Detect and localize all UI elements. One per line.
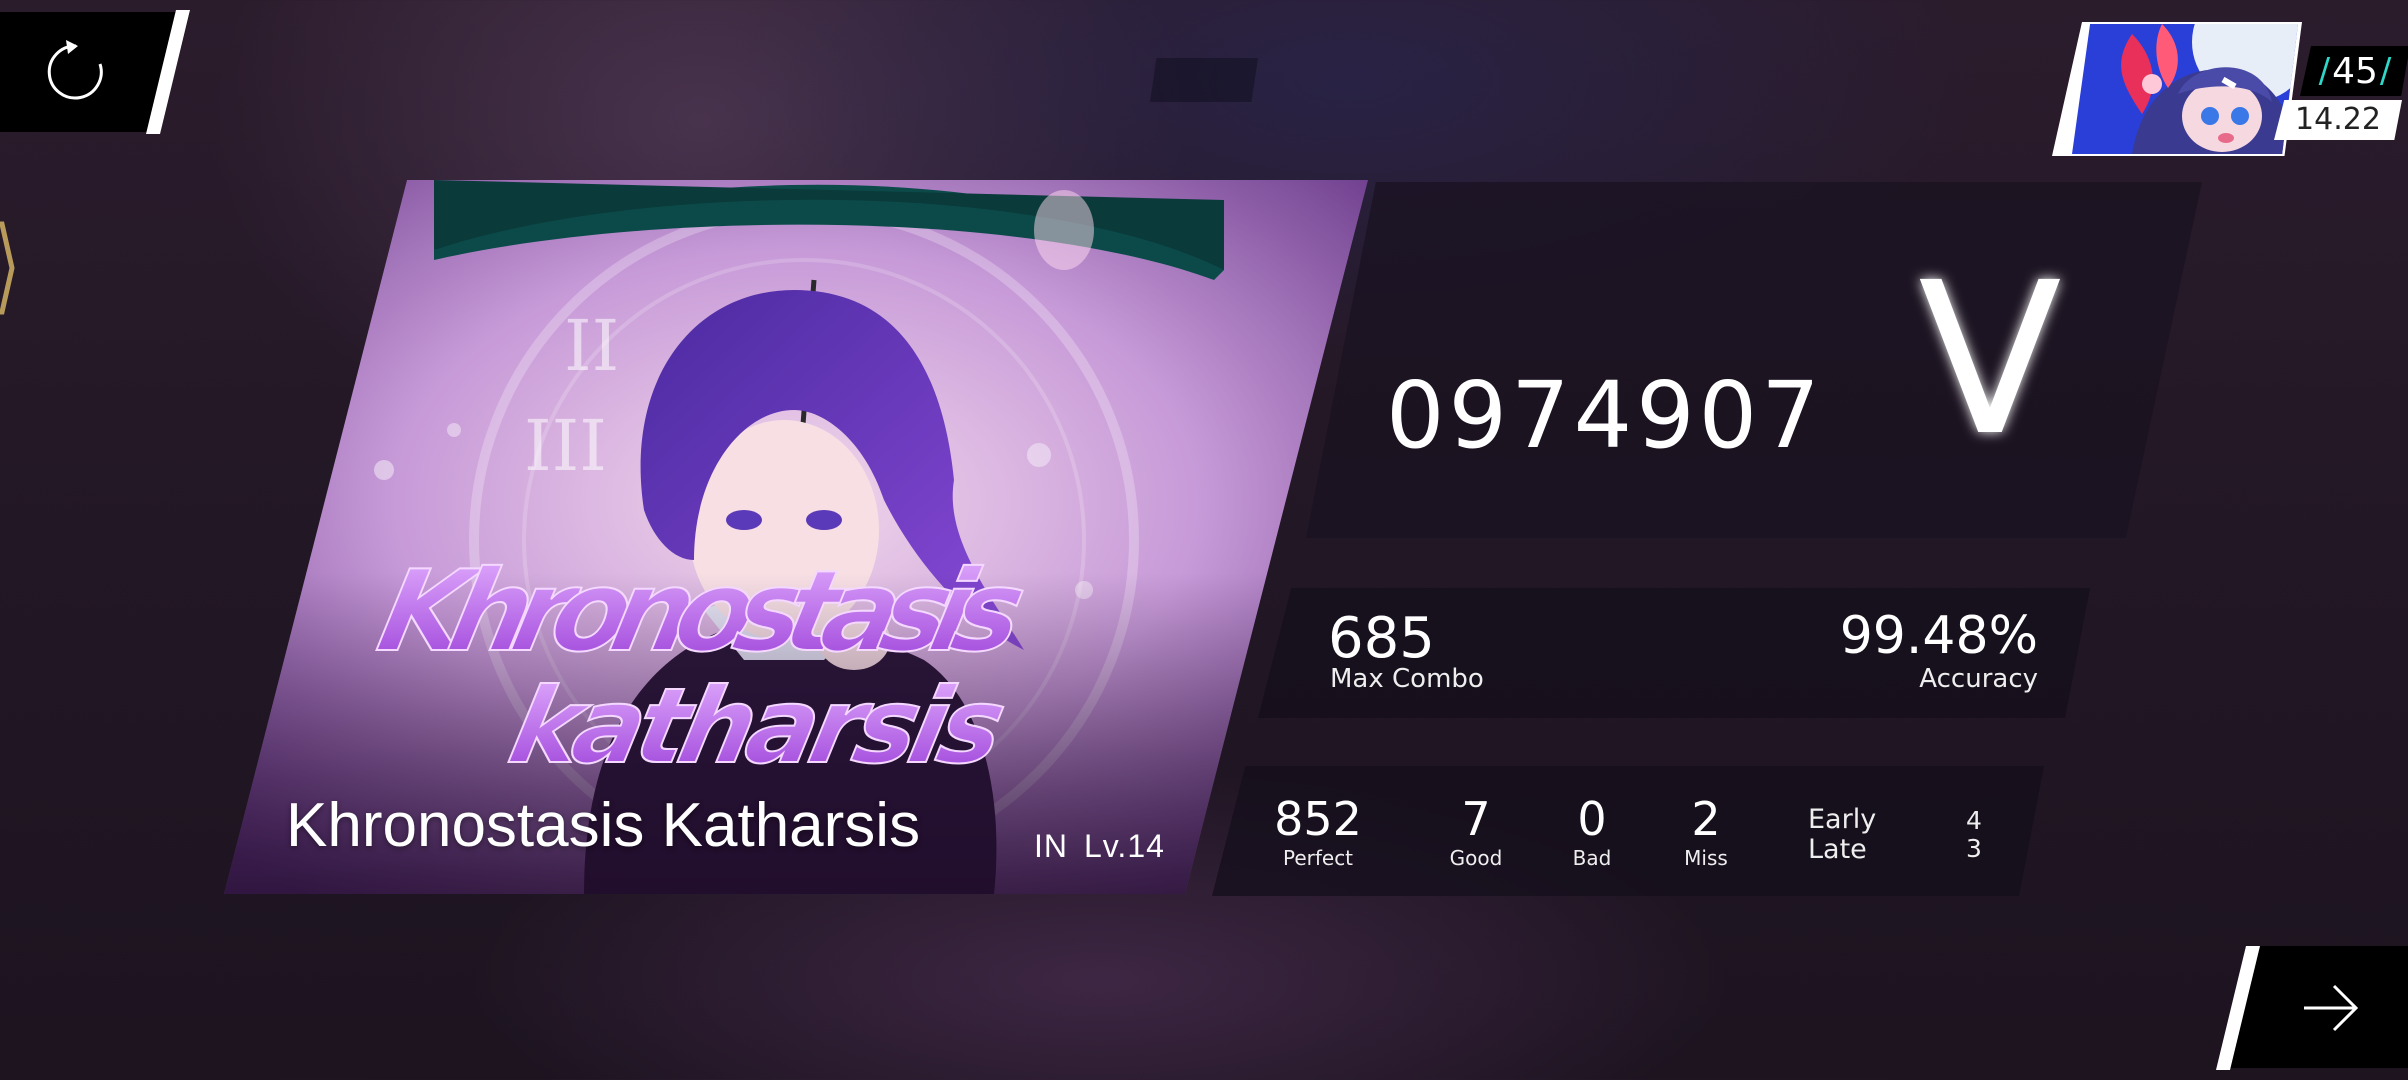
max-combo-value: 685 <box>1328 606 1435 671</box>
rank-badge: V <box>1918 262 2062 452</box>
art-title-line1: Khronostasis <box>368 546 1036 677</box>
retry-icon[interactable] <box>44 40 108 104</box>
bad-count: 0 <box>1577 792 1607 846</box>
early-count: 4 <box>1966 806 1982 835</box>
rank-letter: V <box>1918 262 2062 452</box>
miss-count: 2 <box>1691 792 1721 846</box>
next-slash-decoration <box>2216 946 2260 1070</box>
difficulty-level: Lv.14 <box>1084 828 1165 864</box>
song-illustration: II III Khronostasis katharsis <box>224 180 1368 894</box>
good-count: 7 <box>1461 792 1491 846</box>
difficulty-label: IN Lv.14 <box>1034 828 1165 865</box>
good-label: Good <box>1449 846 1503 870</box>
top-center-tab <box>1150 58 1258 102</box>
player-level: /45/ <box>2318 50 2392 92</box>
accuracy-label: Accuracy <box>1919 664 2038 694</box>
bad-label: Bad <box>1572 846 1612 870</box>
perfect-count: 852 <box>1274 792 1362 846</box>
max-combo-label: Max Combo <box>1330 664 1484 694</box>
arrow-right-icon[interactable] <box>2300 980 2362 1036</box>
art-title-line2: katharsis <box>500 665 1016 787</box>
difficulty-name: IN <box>1034 828 1068 864</box>
score-value: 0974907 <box>1386 362 1824 469</box>
early-label: Early <box>1808 804 1877 835</box>
avatar[interactable] <box>2072 24 2298 154</box>
left-edge-badge-icon <box>0 221 15 315</box>
late-count: 3 <box>1966 834 1982 863</box>
miss-label: Miss <box>1684 846 1728 870</box>
accuracy-value: 99.48% <box>1839 606 2038 666</box>
song-title: Khronostasis Katharsis <box>286 791 921 860</box>
perfect-label: Perfect <box>1282 846 1354 870</box>
player-level-value: 45 <box>2332 50 2378 92</box>
retry-slash-decoration <box>146 10 190 134</box>
player-rks: 14.22 <box>2295 102 2381 137</box>
late-label: Late <box>1808 834 1867 865</box>
